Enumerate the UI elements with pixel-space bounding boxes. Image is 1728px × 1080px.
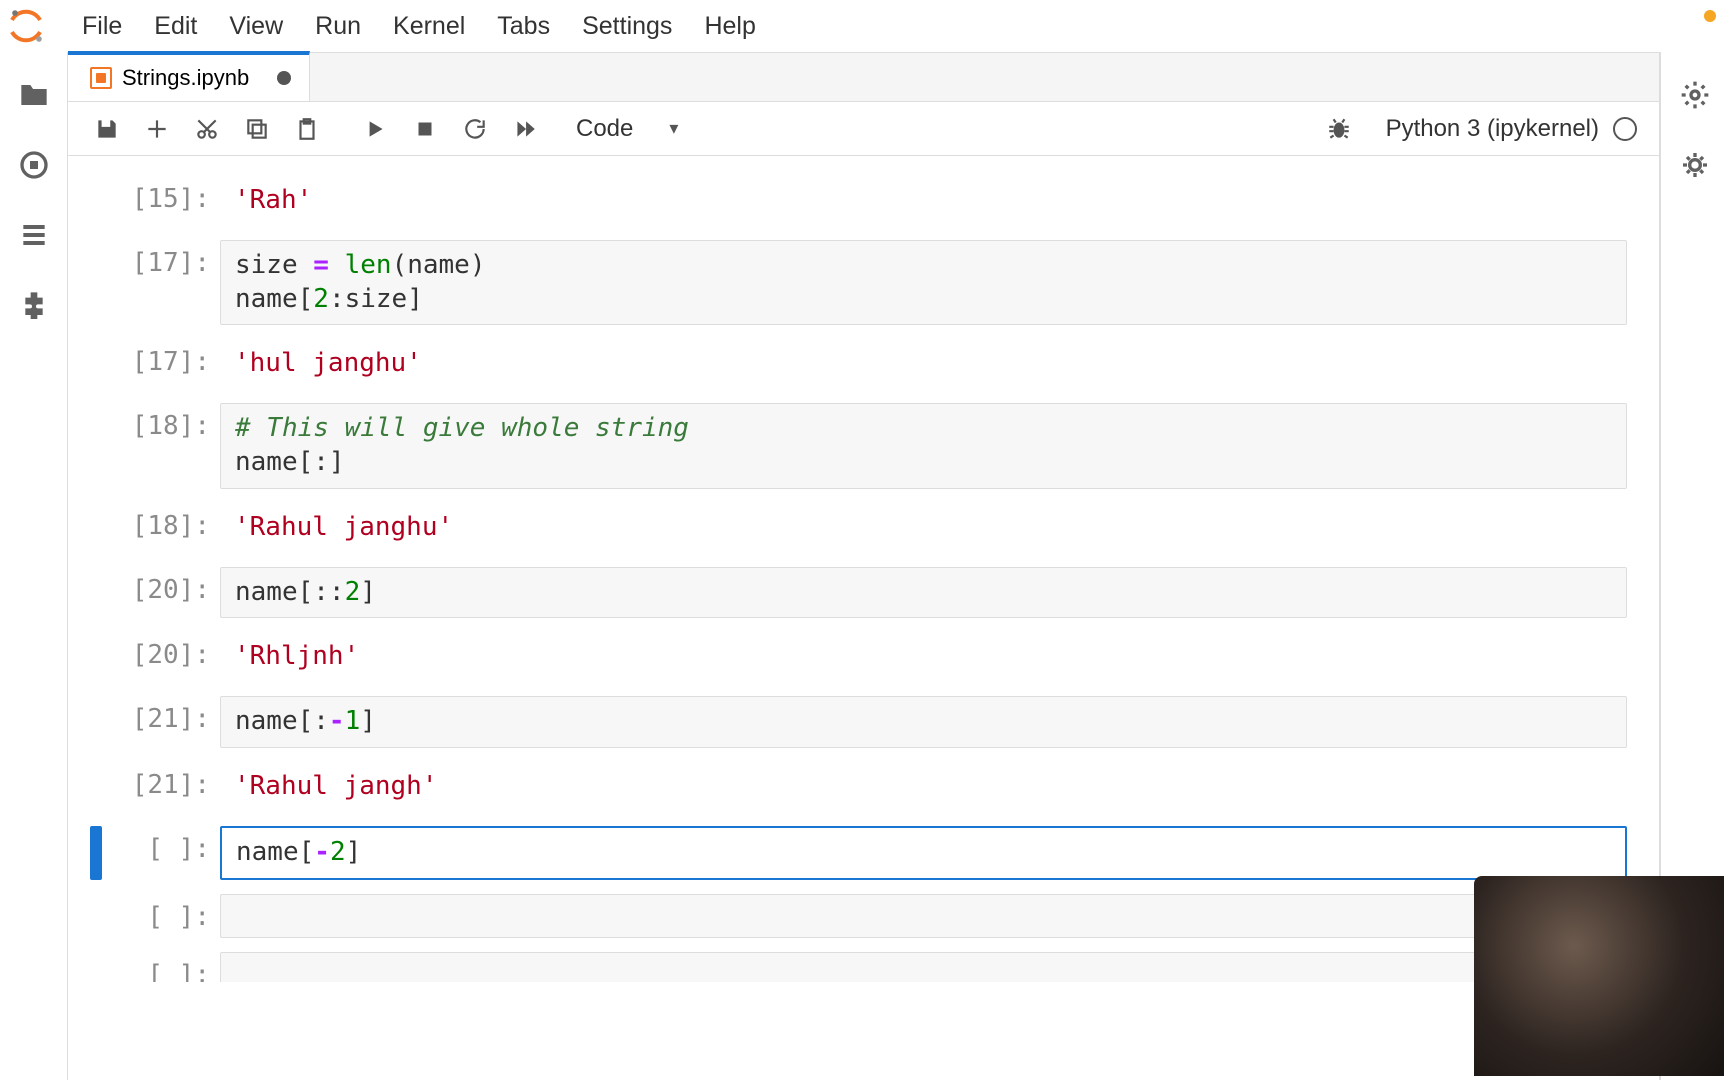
- cell-prompt: [17]:: [102, 339, 220, 377]
- toc-icon[interactable]: [17, 218, 51, 252]
- cell-prompt: [ ]:: [102, 894, 220, 932]
- kernel-status-idle-icon[interactable]: [1613, 117, 1637, 141]
- output-cell: [21]:'Rahul jangh': [90, 762, 1627, 812]
- notebook-toolbar: Code ▾ Python 3 (ipykernel): [68, 102, 1659, 156]
- left-sidebar: [0, 52, 68, 1080]
- cell-output: 'Rahul janghu': [220, 503, 1627, 553]
- run-all-button[interactable]: [502, 109, 548, 149]
- code-input[interactable]: name[::2]: [220, 567, 1627, 619]
- code-input[interactable]: size = len(name) name[2:size]: [220, 240, 1627, 326]
- menu-tabs[interactable]: Tabs: [481, 8, 566, 45]
- output-cell: [17]:'hul janghu': [90, 339, 1627, 389]
- code-cell[interactable]: [21]:name[:-1]: [90, 696, 1627, 748]
- unsaved-indicator: [277, 71, 291, 85]
- chevron-down-icon: ▾: [669, 118, 678, 139]
- code-cell[interactable]: [20]:name[::2]: [90, 567, 1627, 619]
- restart-button[interactable]: [452, 109, 498, 149]
- copy-button[interactable]: [234, 109, 280, 149]
- jupyter-logo: [6, 6, 46, 46]
- celltype-value: Code: [576, 115, 633, 143]
- debugger-icon[interactable]: [1316, 109, 1362, 149]
- cell-prompt: [21]:: [102, 696, 220, 734]
- output-cell: [20]:'Rhljnh': [90, 632, 1627, 682]
- celltype-select[interactable]: Code ▾: [566, 113, 688, 145]
- code-input[interactable]: [220, 894, 1627, 938]
- code-cell[interactable]: [ ]:: [90, 952, 1627, 982]
- add-cell-button[interactable]: [134, 109, 180, 149]
- menu-kernel[interactable]: Kernel: [377, 8, 481, 45]
- menu-settings[interactable]: Settings: [566, 8, 688, 45]
- output-cell: [15]:'Rah': [90, 176, 1627, 226]
- main-panel: Strings.ipynb: [68, 52, 1660, 1080]
- kernel-name[interactable]: Python 3 (ipykernel): [1386, 115, 1599, 143]
- cell-prompt: [15]:: [102, 176, 220, 214]
- settings-gear-icon[interactable]: [1678, 78, 1712, 112]
- paste-button[interactable]: [284, 109, 330, 149]
- window-indicator-dot: [1704, 10, 1716, 22]
- running-icon[interactable]: [17, 148, 51, 182]
- folder-icon[interactable]: [17, 78, 51, 112]
- cell-prompt: [ ]:: [102, 952, 220, 982]
- cell-prompt: [20]:: [102, 632, 220, 670]
- cell-output: 'Rhljnh': [220, 632, 1627, 682]
- notebook-icon: [90, 67, 112, 89]
- cell-prompt: [21]:: [102, 762, 220, 800]
- cell-prompt: [18]:: [102, 403, 220, 441]
- notebook-tab[interactable]: Strings.ipynb: [68, 51, 310, 101]
- run-button[interactable]: [352, 109, 398, 149]
- cell-prompt: [20]:: [102, 567, 220, 605]
- cell-output: 'Rah': [220, 176, 1627, 226]
- cell-prompt: [ ]:: [102, 826, 220, 864]
- code-cell[interactable]: [18]:# This will give whole string name[…: [90, 403, 1627, 489]
- code-input[interactable]: name[:-1]: [220, 696, 1627, 748]
- code-input[interactable]: [220, 952, 1627, 982]
- notebook-area[interactable]: [15]:'Rah'[17]:size = len(name) name[2:s…: [68, 156, 1659, 1080]
- cell-prompt: [17]:: [102, 240, 220, 278]
- cell-output: 'Rahul jangh': [220, 762, 1627, 812]
- extensions-icon[interactable]: [17, 288, 51, 322]
- cut-button[interactable]: [184, 109, 230, 149]
- code-cell[interactable]: [17]:size = len(name) name[2:size]: [90, 240, 1627, 326]
- code-cell[interactable]: [ ]:name[-2]: [90, 826, 1627, 880]
- menu-file[interactable]: File: [66, 8, 138, 45]
- menubar: File Edit View Run Kernel Tabs Settings …: [0, 0, 1728, 52]
- debug-gear-icon[interactable]: [1678, 148, 1712, 182]
- menu-help[interactable]: Help: [688, 8, 771, 45]
- output-cell: [18]:'Rahul janghu': [90, 503, 1627, 553]
- code-cell[interactable]: [ ]:: [90, 894, 1627, 938]
- tab-title: Strings.ipynb: [122, 65, 249, 91]
- menu-run[interactable]: Run: [299, 8, 377, 45]
- tabstrip: Strings.ipynb: [68, 52, 1659, 102]
- menu-view[interactable]: View: [213, 8, 299, 45]
- webcam-overlay: [1474, 876, 1724, 1076]
- cell-output: 'hul janghu': [220, 339, 1627, 389]
- stop-button[interactable]: [402, 109, 448, 149]
- save-button[interactable]: [84, 109, 130, 149]
- code-input[interactable]: name[-2]: [220, 826, 1627, 880]
- menu-edit[interactable]: Edit: [138, 8, 213, 45]
- code-input[interactable]: # This will give whole string name[:]: [220, 403, 1627, 489]
- cell-prompt: [18]:: [102, 503, 220, 541]
